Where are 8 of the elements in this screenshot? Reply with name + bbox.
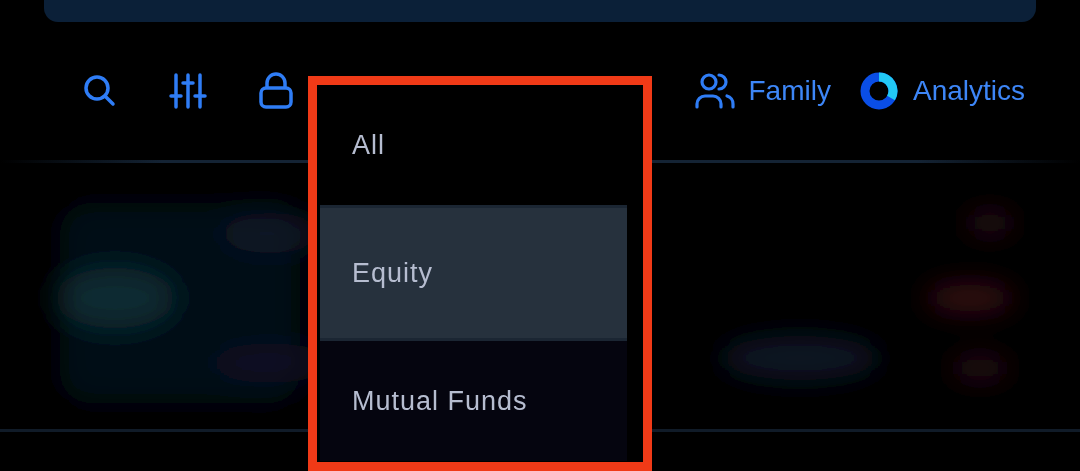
- dropdown-option[interactable]: Mutual Funds: [320, 341, 627, 461]
- nav-link[interactable]: Family: [748, 70, 831, 112]
- people-icon: [694, 71, 735, 111]
- donut-icon: [858, 71, 899, 111]
- sliders-icon[interactable]: [168, 71, 208, 111]
- dropdown-option[interactable]: Equity: [320, 205, 627, 341]
- nav-link[interactable]: Analytics: [912, 70, 1025, 112]
- lock-icon[interactable]: [256, 71, 296, 111]
